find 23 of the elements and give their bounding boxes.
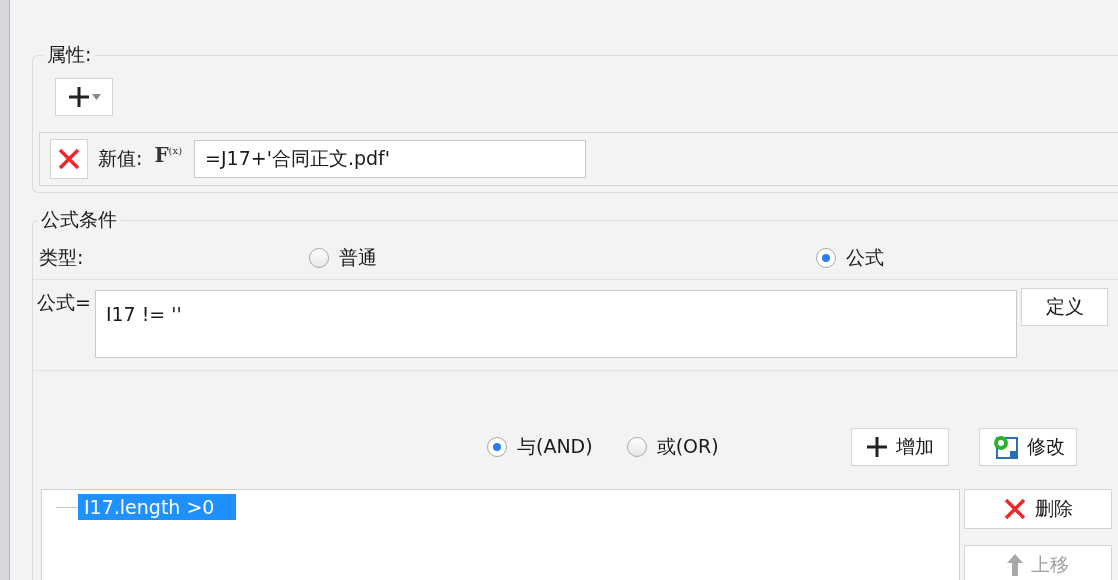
condition-title: 公式条件 xyxy=(40,207,118,232)
plus-icon xyxy=(67,86,90,108)
type-radio[interactable]: 公式 xyxy=(816,245,884,271)
close-icon xyxy=(1003,497,1027,521)
type-radio[interactable]: 普通 xyxy=(309,245,816,271)
properties-title: 属性: xyxy=(46,42,93,67)
close-icon xyxy=(57,147,81,171)
caret-icon xyxy=(91,94,101,100)
remove-button[interactable] xyxy=(50,139,88,179)
add-button[interactable]: 增加 xyxy=(850,428,949,466)
value-field[interactable]: =J17+'合同正文.pdf' xyxy=(194,140,587,178)
define-button[interactable]: 定义 xyxy=(1021,288,1108,326)
add-dropdown-button[interactable] xyxy=(55,78,113,116)
formula-label: 公式= xyxy=(36,290,91,315)
type-label: 类型: xyxy=(38,245,85,270)
up-arrow-icon xyxy=(1007,554,1023,576)
edit-button[interactable]: 修改 xyxy=(978,428,1077,466)
field-label: 新值: xyxy=(98,146,143,171)
formula-field[interactable]: I17 != '' xyxy=(94,290,1017,358)
logic-radio[interactable]: 或(OR) xyxy=(626,434,719,460)
logic-radio[interactable]: 与(AND) xyxy=(487,434,593,460)
plus-icon xyxy=(865,436,888,458)
delete-button[interactable]: 删除 xyxy=(964,489,1112,529)
